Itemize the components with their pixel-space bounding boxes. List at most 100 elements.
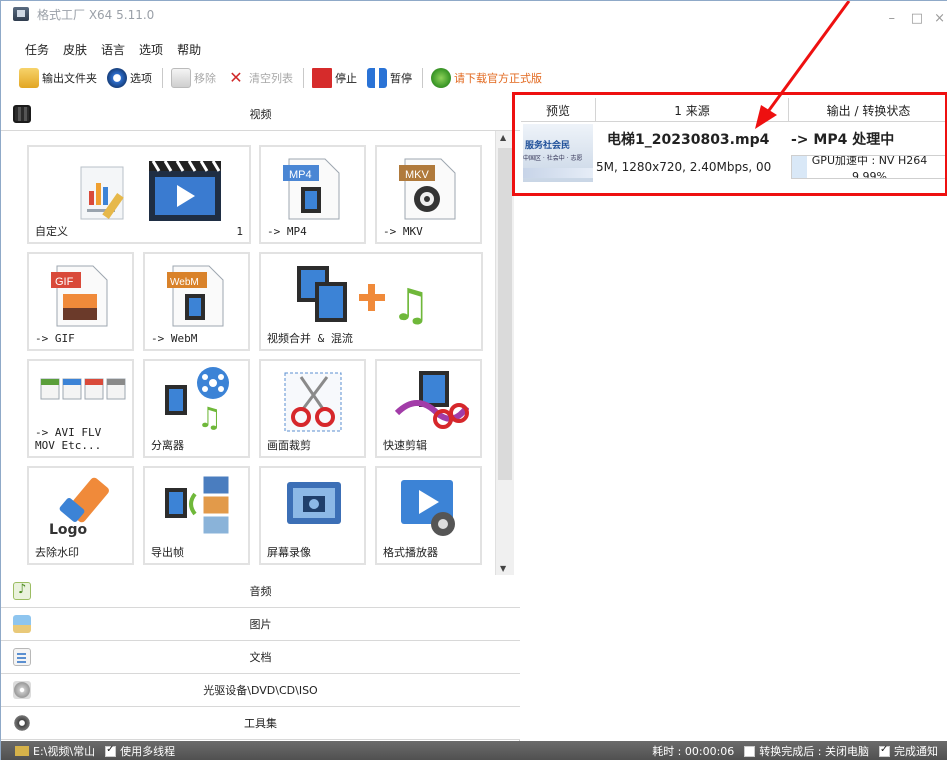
clear-list-label: 清空列表 <box>249 72 293 85</box>
category-image[interactable]: 图片 <box>1 608 520 641</box>
after-done-checkbox[interactable] <box>744 745 756 757</box>
task-progress: GPU加速中 : NV H264 9.99% <box>791 155 947 179</box>
stop-label: 停止 <box>335 72 357 85</box>
maximize-button[interactable]: □ <box>911 11 923 26</box>
tile-custom[interactable]: 自定义 1 <box>27 145 251 244</box>
stop-button[interactable]: 停止 <box>312 68 357 88</box>
tile-gif[interactable]: GIF -> GIF <box>27 252 134 351</box>
output-folder-icon <box>15 746 29 756</box>
column-header-status[interactable]: 输出 / 转换状态 <box>789 98 947 122</box>
separator-icon: ♫ <box>165 367 229 431</box>
logo-art-text: Logo <box>49 522 88 538</box>
folder-icon <box>19 68 39 88</box>
clear-list-button[interactable]: ✕ 清空列表 <box>226 68 293 88</box>
stop-icon <box>312 68 332 88</box>
remove-button[interactable]: 移除 <box>171 68 216 88</box>
merge-mux-icon: ♫ <box>297 266 430 330</box>
toolbar: 输出文件夹 选项 移除 ✕ 清空列表 停止 暂停 请下载官方正式版 <box>19 65 552 91</box>
category-tools[interactable]: 工具集 <box>1 707 520 740</box>
category-video[interactable]: 视频 <box>1 98 520 131</box>
tile-crop-label: 画面裁剪 <box>267 439 311 452</box>
status-bar: E:\视频\常山 使用多线程 耗时 : 00:00:06 转换完成后 : 关闭电… <box>1 741 947 760</box>
disc-drive-icon <box>13 681 31 699</box>
tile-webm-label: -> WebM <box>151 332 198 345</box>
tile-merge[interactable]: ♫ 视频合并 & 混流 <box>259 252 483 351</box>
scroll-thumb[interactable] <box>498 148 512 480</box>
gif-file-icon: GIF <box>51 265 108 327</box>
minimize-button[interactable]: – <box>889 11 896 26</box>
task-progress-percent: 9.99% <box>852 170 887 179</box>
video-thumbnail: 服务社会民 中国区 · 社会中 · 志愿 <box>523 124 593 182</box>
tile-separator[interactable]: ♫ 分离器 <box>143 359 250 458</box>
webm-file-icon: WebM <box>167 265 224 327</box>
tile-player-label: 格式播放器 <box>383 546 438 559</box>
options-gear-icon <box>107 68 127 88</box>
tile-mp4[interactable]: MP4 -> MP4 <box>259 145 366 244</box>
task-status-line: GPU加速中 : NV H264 <box>811 155 928 167</box>
quick-cut-icon <box>394 371 469 429</box>
tile-export-frames[interactable]: 导出帧 <box>143 466 250 565</box>
tools-scrollbar[interactable]: ▲ ▼ <box>495 131 514 575</box>
tile-quick-cut-label: 快速剪辑 <box>383 439 427 452</box>
category-disc-label: 光驱设备\DVD\CD\ISO <box>203 684 318 697</box>
column-header-source[interactable]: 1 来源 <box>596 98 789 122</box>
svg-text:♫: ♫ <box>197 401 222 431</box>
menu-item-tasks[interactable]: 任务 <box>23 41 51 58</box>
category-disc[interactable]: 光驱设备\DVD\CD\ISO <box>1 674 520 707</box>
menu-item-options[interactable]: 选项 <box>137 41 165 58</box>
tile-separator-label: 分离器 <box>151 439 184 452</box>
options-button[interactable]: 选项 <box>107 68 152 88</box>
task-list-panel: 预览 1 来源 输出 / 转换状态 服务社会民 中国区 · 社会中 · 志愿 电… <box>521 98 947 741</box>
download-globe-icon <box>431 68 451 88</box>
download-official-label: 请下载官方正式版 <box>454 72 542 85</box>
tile-player[interactable]: 格式播放器 <box>375 466 482 565</box>
toolbar-divider <box>162 68 163 88</box>
menu-item-help[interactable]: 帮助 <box>175 41 203 58</box>
task-file-info-text: 5M, 1280x720, 2.40Mbps, 00 <box>596 160 772 174</box>
column-header-preview[interactable]: 预览 <box>521 98 596 122</box>
pause-button[interactable]: 暂停 <box>367 68 412 88</box>
category-document[interactable]: 文档 <box>1 641 520 674</box>
tile-screen-record-label: 屏幕录像 <box>267 546 311 559</box>
output-folder-button[interactable]: 输出文件夹 <box>19 68 97 88</box>
menu-item-skin[interactable]: 皮肤 <box>61 41 89 58</box>
app-window: 格式工厂 X64 5.11.0 – □ × 任务 皮肤 语言 选项 帮助 输出文… <box>0 0 947 760</box>
options-label: 选项 <box>130 72 152 85</box>
category-video-label: 视频 <box>249 108 272 121</box>
screen-record-icon <box>287 482 341 524</box>
thumbnail-title: 服务社会民 <box>525 141 571 151</box>
eraser-icon: Logo <box>49 477 109 538</box>
app-logo-icon <box>13 7 29 21</box>
download-official-link[interactable]: 请下载官方正式版 <box>431 68 542 88</box>
category-image-label: 图片 <box>249 618 272 631</box>
tile-crop[interactable]: 画面裁剪 <box>259 359 366 458</box>
mp4-badge: MP4 <box>289 169 312 181</box>
tile-avi-label: -> AVI FLV MOV Etc... <box>35 426 101 452</box>
close-button[interactable]: × <box>934 11 945 26</box>
category-tools-label: 工具集 <box>244 717 277 730</box>
task-row[interactable]: 服务社会民 中国区 · 社会中 · 志愿 电梯1_20230803.mp4 ->… <box>521 122 947 188</box>
output-path[interactable]: E:\视频\常山 <box>33 743 95 759</box>
tile-avi-flv-mov[interactable]: -> AVI FLV MOV Etc... <box>27 359 134 458</box>
tile-export-frames-label: 导出帧 <box>151 546 184 559</box>
task-table-header: 预览 1 来源 输出 / 转换状态 <box>521 98 947 122</box>
notify-checkbox[interactable] <box>879 744 890 757</box>
category-audio[interactable]: 音频 <box>1 575 520 608</box>
tile-mkv[interactable]: MKV -> MKV <box>375 145 482 244</box>
tile-avi-label-line2: MOV Etc... <box>35 439 102 452</box>
tile-gif-label: -> GIF <box>35 332 75 345</box>
tile-webm[interactable]: WebM -> WebM <box>143 252 250 351</box>
tile-quick-cut[interactable]: 快速剪辑 <box>375 359 482 458</box>
task-target-format: -> MP4 处理中 <box>791 132 895 148</box>
scroll-up-arrow-icon[interactable]: ▲ <box>500 133 506 142</box>
toolbar-divider <box>422 68 423 88</box>
mkv-file-icon: MKV <box>399 158 456 220</box>
scroll-down-arrow-icon[interactable]: ▼ <box>500 564 506 573</box>
tile-avi-label-line1: -> AVI FLV <box>35 426 102 439</box>
tile-screen-record[interactable]: 屏幕录像 <box>259 466 366 565</box>
multithread-checkbox[interactable] <box>105 744 117 757</box>
menu-item-language[interactable]: 语言 <box>99 41 127 58</box>
tile-remove-watermark[interactable]: Logo 去除水印 <box>27 466 134 565</box>
category-audio-label: 音频 <box>249 585 272 598</box>
mkv-badge: MKV <box>405 169 430 181</box>
